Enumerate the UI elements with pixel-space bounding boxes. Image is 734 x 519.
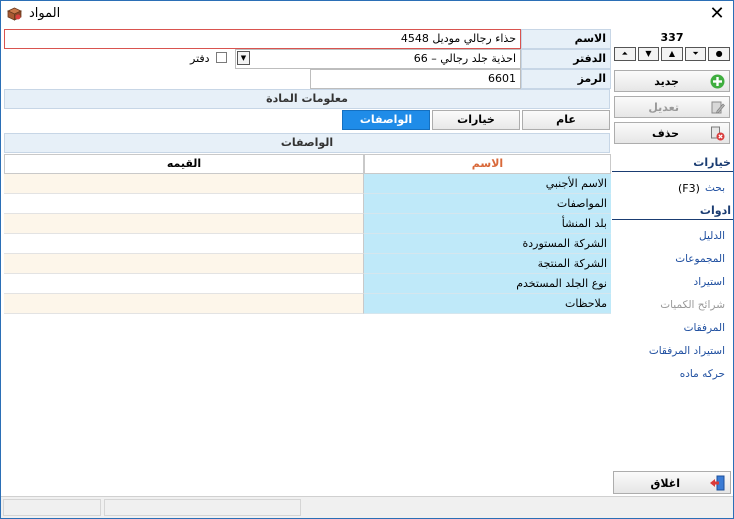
value-cell[interactable] — [4, 234, 364, 254]
tab-options[interactable]: خيارات — [432, 110, 520, 130]
close-button[interactable]: اغلاق — [613, 471, 731, 494]
table-row[interactable]: الاسم الأجنبي — [4, 174, 611, 194]
title-bar: المواد ✕ — [1, 1, 733, 27]
status-bar — [1, 496, 733, 518]
tool-link-guide[interactable]: الدليل — [699, 230, 725, 242]
value-cell[interactable] — [4, 274, 364, 294]
tools-section-header: ادوات — [612, 204, 733, 220]
tool-link-groups[interactable]: المجموعات — [675, 253, 725, 265]
new-button[interactable]: جديد — [614, 70, 730, 92]
table-row[interactable]: المواصفات — [4, 194, 611, 214]
table-row[interactable]: نوع الجلد المستخدم — [4, 274, 611, 294]
record-counter: 337 — [660, 31, 684, 44]
name-cell: الشركة المنتجة — [364, 254, 611, 274]
descriptors-header: الواصفات — [4, 133, 610, 153]
previous-record-icon[interactable]: ▼ — [637, 47, 660, 61]
table-row[interactable]: بلد المنشأ — [4, 214, 611, 234]
name-field[interactable]: حذاء رجالي موديل 4548 — [4, 29, 521, 49]
code-field[interactable]: 6601 — [310, 69, 521, 89]
table-row[interactable]: الشركة المنتجة — [4, 254, 611, 274]
status-cell — [3, 499, 101, 516]
table-row[interactable]: ملاحظات — [4, 294, 611, 314]
exit-door-icon — [710, 475, 725, 491]
first-record-icon[interactable]: ⏶ — [614, 47, 636, 61]
table-row[interactable]: الشركة المستوردة — [4, 234, 611, 254]
value-cell[interactable] — [4, 174, 364, 194]
close-icon[interactable]: ✕ — [706, 3, 728, 25]
code-label: الرمز — [521, 69, 611, 89]
status-cell — [104, 499, 301, 516]
grid-header-name: الاسم — [364, 154, 611, 174]
current-record-icon[interactable]: ● — [708, 47, 730, 61]
value-cell[interactable] — [4, 194, 364, 214]
name-cell: المواصفات — [364, 194, 611, 214]
materials-window: المواد ✕ الاسم حذاء رجالي موديل 4548 الد… — [0, 0, 734, 519]
tool-link-attachments[interactable]: المرفقات — [684, 322, 725, 334]
tab-general[interactable]: عام — [522, 110, 610, 130]
options-section-header: خيارات — [612, 156, 733, 172]
chevron-down-icon: ▼ — [240, 54, 247, 62]
value-cell[interactable] — [4, 294, 364, 314]
search-shortcut: (F3) — [678, 182, 700, 195]
book-checkbox[interactable] — [216, 52, 227, 63]
tool-link-import-attachments[interactable]: استيراد المرفقات — [649, 345, 725, 357]
name-cell: الاسم الأجنبي — [364, 174, 611, 194]
name-label: الاسم — [521, 29, 611, 49]
window-title: المواد — [29, 6, 61, 21]
book-select[interactable]: 66 – احذية جلد رجالي — [235, 49, 521, 69]
tab-descriptors[interactable]: الواصفات — [342, 110, 430, 130]
name-cell: الشركة المستوردة — [364, 234, 611, 254]
last-record-icon[interactable]: ⏷ — [684, 47, 707, 61]
close-button-label: اغلاق — [650, 477, 680, 490]
record-navigation: ⏶ ▼ ▲ ⏷ ● — [614, 47, 730, 63]
material-info-header: معلومات المادة — [4, 89, 610, 109]
delete-icon — [711, 126, 725, 141]
search-link[interactable]: بحث — [705, 182, 725, 194]
tool-link-import[interactable]: استيراد — [694, 276, 725, 288]
grid-header-value: القيمه — [4, 154, 364, 174]
edit-icon — [711, 101, 725, 114]
next-record-icon[interactable]: ▲ — [661, 47, 683, 61]
main-panel: الاسم حذاء رجالي موديل 4548 الدفتر 66 – … — [4, 27, 611, 498]
tool-link-item-movement[interactable]: حركه ماده — [680, 368, 725, 380]
new-button-label: جديد — [654, 75, 679, 88]
book-dropdown-button[interactable]: ▼ — [237, 51, 250, 65]
delete-button-label: حذف — [651, 127, 679, 140]
name-cell: ملاحظات — [364, 294, 611, 314]
value-cell[interactable] — [4, 214, 364, 234]
name-cell: بلد المنشأ — [364, 214, 611, 234]
edit-button-label: تعديل — [648, 101, 679, 114]
app-box-icon — [7, 7, 22, 21]
book-checkbox-label: دفتر — [190, 52, 210, 65]
delete-button[interactable]: حذف — [614, 122, 730, 144]
book-label: الدفتر — [521, 49, 611, 69]
tool-link-quantity-tiers[interactable]: شرائح الكميات — [660, 299, 725, 311]
side-panel: 337 ⏶ ▼ ▲ ⏷ ● جديد تعديل حذف خيارات بحث … — [612, 27, 733, 498]
value-cell[interactable] — [4, 254, 364, 274]
edit-button[interactable]: تعديل — [614, 96, 730, 118]
name-cell: نوع الجلد المستخدم — [364, 274, 611, 294]
add-icon — [710, 74, 725, 89]
